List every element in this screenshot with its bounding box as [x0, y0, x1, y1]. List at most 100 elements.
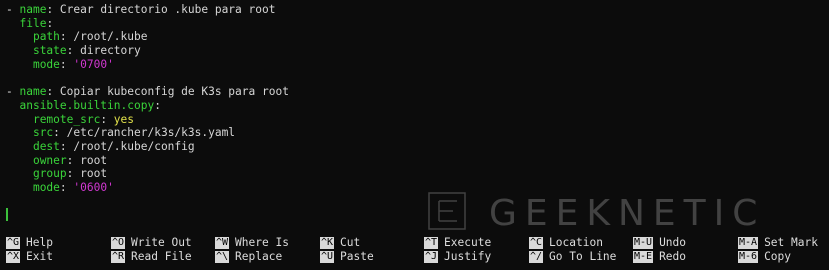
yaml-key: name: [19, 85, 47, 99]
shortcut-go-to-line[interactable]: ^/ Go To Line: [529, 250, 616, 264]
shortcut-cut[interactable]: ^K Cut: [320, 236, 360, 250]
yaml-separator: :: [46, 85, 60, 99]
shortcut-label: Where Is: [235, 236, 289, 249]
shortcut-exit[interactable]: ^X Exit: [6, 250, 53, 264]
shortcut-label: Replace: [235, 250, 283, 263]
shortcut-key: ^K: [320, 237, 335, 249]
shortcut-key: ^G: [6, 237, 21, 249]
yaml-separator: :: [53, 126, 67, 140]
shortcut-where-is[interactable]: ^W Where Is: [215, 236, 289, 250]
shortcut-replace[interactable]: ^\ Replace: [215, 250, 282, 264]
editor-line[interactable]: state: directory: [6, 44, 829, 58]
shortcut-write-out[interactable]: ^O Write Out: [111, 236, 192, 250]
editor-line[interactable]: src: /etc/rancher/k3s/k3s.yaml: [6, 126, 829, 140]
shortcut-execute[interactable]: ^T Execute: [424, 236, 491, 250]
yaml-value: Crear directorio .kube para root: [59, 3, 276, 16]
yaml-value: yes: [113, 112, 135, 126]
shortcut-label: Copy: [764, 250, 792, 263]
yaml-separator: :: [46, 3, 60, 16]
editor-text-area[interactable]: - name: Crear directorio .kube para root…: [6, 3, 829, 195]
shortcut-label: Justify: [444, 250, 492, 263]
shortcut-key: M-U: [633, 237, 654, 249]
editor-line[interactable]: - name: Crear directorio .kube para root: [6, 3, 829, 17]
yaml-separator: :: [46, 16, 54, 30]
editor-line[interactable]: ansible.builtin.copy:: [6, 99, 829, 113]
shortcut-help[interactable]: ^G Help: [6, 236, 53, 250]
shortcut-key: M-E: [633, 251, 654, 263]
yaml-separator: :: [59, 57, 74, 71]
shortcut-label: Cut: [340, 236, 361, 249]
shortcut-label: Go To Line: [549, 250, 617, 263]
shortcut-redo[interactable]: M-E Redo: [633, 250, 686, 264]
editor-line[interactable]: group: root: [6, 167, 829, 181]
shortcut-key: ^/: [529, 251, 544, 263]
shortcut-key: ^O: [111, 237, 126, 249]
yaml-separator: :: [66, 153, 81, 167]
shortcut-paste[interactable]: ^U Paste: [320, 250, 374, 264]
shortcut-label: Paste: [340, 250, 374, 263]
shortcut-key: ^J: [424, 251, 439, 263]
list-dash: -: [6, 85, 20, 99]
yaml-separator: :: [100, 112, 114, 126]
yaml-separator: :: [66, 44, 81, 58]
yaml-value: '0600': [73, 180, 114, 194]
shortcut-key: ^X: [6, 251, 21, 263]
editor-line[interactable]: [6, 71, 829, 85]
yaml-key: mode: [32, 180, 60, 194]
yaml-value: /etc/rancher/k3s/k3s.yaml: [66, 126, 236, 140]
yaml-key: remote_src: [32, 112, 101, 126]
shortcut-label: Redo: [659, 250, 687, 263]
yaml-key: group: [32, 167, 67, 181]
shortcut-read-file[interactable]: ^R Read File: [111, 250, 192, 264]
shortcut-copy[interactable]: M-6 Copy: [738, 250, 791, 264]
editor-line[interactable]: mode: '0700': [6, 58, 829, 72]
shortcut-key: ^C: [529, 237, 544, 249]
yaml-key: dest: [32, 139, 60, 153]
yaml-value: '0700': [73, 57, 114, 71]
editor-line[interactable]: file:: [6, 17, 829, 31]
yaml-separator: :: [154, 98, 161, 112]
shortcut-key: ^W: [215, 237, 230, 249]
editor-line[interactable]: path: /root/.kube: [6, 30, 829, 44]
shortcut-label: Location: [549, 236, 603, 249]
shortcut-key: ^\: [215, 251, 230, 263]
yaml-separator: :: [59, 30, 74, 44]
shortcut-set-mark[interactable]: M-A Set Mark: [738, 236, 818, 250]
yaml-key: ansible.builtin.copy: [19, 98, 155, 112]
shortcut-key: ^R: [111, 251, 126, 263]
yaml-value: directory: [80, 44, 141, 58]
yaml-key: name: [19, 3, 47, 16]
yaml-value: /root/.kube: [73, 30, 148, 44]
editor-line[interactable]: owner: root: [6, 154, 829, 168]
text-cursor: [6, 208, 8, 221]
shortcut-label: Execute: [444, 236, 492, 249]
yaml-separator: :: [66, 167, 81, 181]
yaml-value: /root/.kube/config: [73, 139, 195, 153]
editor-line[interactable]: remote_src: yes: [6, 113, 829, 127]
shortcut-location[interactable]: ^C Location: [529, 236, 603, 250]
yaml-key: state: [32, 44, 67, 58]
yaml-key: src: [32, 126, 54, 140]
editor-line[interactable]: - name: Copiar kubeconfig de K3s para ro…: [6, 85, 829, 99]
yaml-separator: :: [59, 139, 74, 153]
shortcut-label: Read File: [131, 250, 192, 263]
editor-line[interactable]: dest: /root/.kube/config: [6, 140, 829, 154]
shortcut-label: Help: [26, 236, 53, 249]
yaml-value: root: [80, 153, 108, 167]
yaml-key: file: [19, 16, 47, 30]
shortcut-justify[interactable]: ^J Justify: [424, 250, 491, 264]
shortcut-undo[interactable]: M-U Undo: [633, 236, 686, 250]
list-dash: -: [6, 3, 20, 16]
yaml-key: mode: [32, 57, 60, 71]
shortcut-key: M-6: [738, 251, 759, 263]
shortcut-key: ^T: [424, 237, 439, 249]
